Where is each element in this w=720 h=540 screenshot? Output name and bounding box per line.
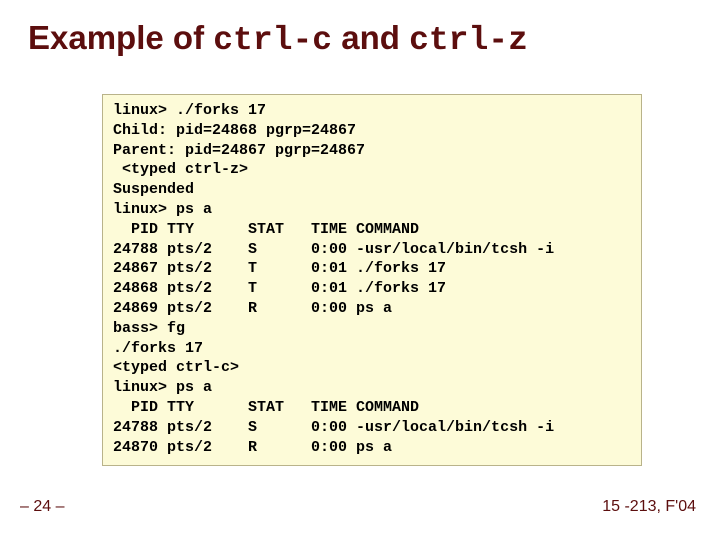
page-number: – 24 – [20, 498, 64, 516]
title-prefix: Example of [28, 19, 213, 56]
title-code-1: ctrl-c [213, 22, 332, 59]
terminal-output: linux> ./forks 17 Child: pid=24868 pgrp=… [102, 94, 642, 466]
course-label: 15 -213, F'04 [602, 498, 696, 516]
slide: Example of ctrl-c and ctrl-z linux> ./fo… [0, 0, 720, 540]
title-mid: and [332, 19, 409, 56]
title-code-2: ctrl-z [409, 22, 528, 59]
slide-title: Example of ctrl-c and ctrl-z [28, 18, 692, 61]
